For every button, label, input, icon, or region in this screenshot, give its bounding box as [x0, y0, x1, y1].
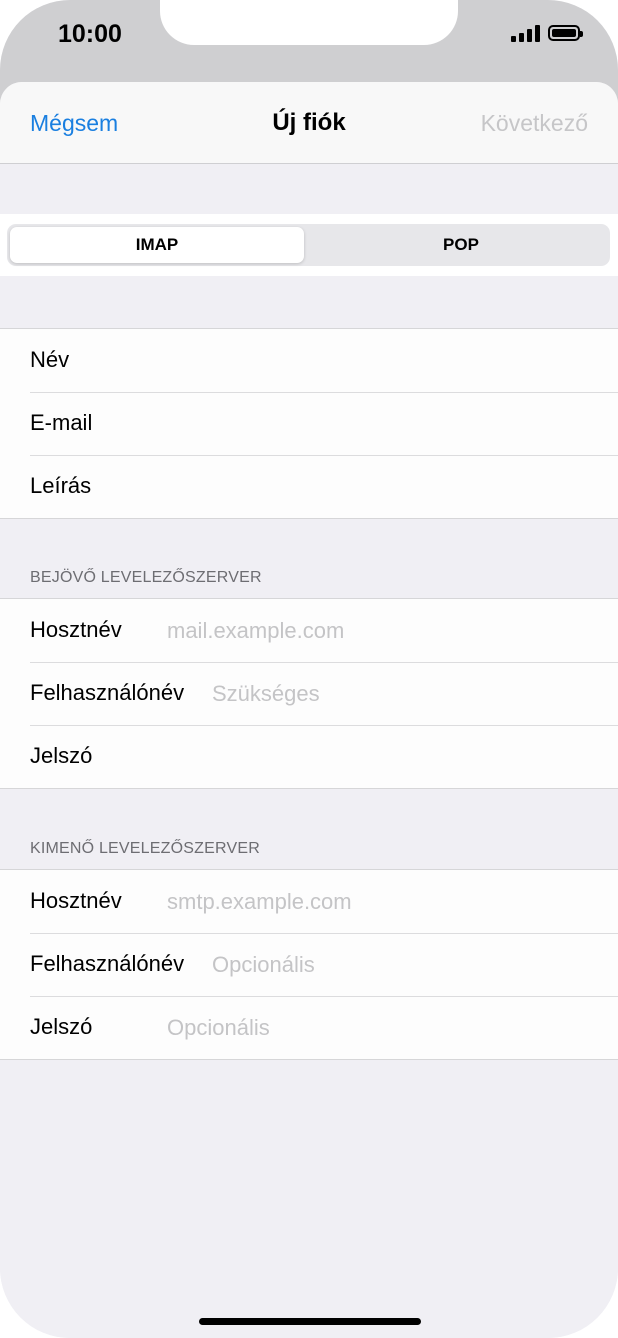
incoming-password-row[interactable]: Jelszó — [0, 725, 618, 788]
account-info-group: Név E-mail Leírás — [0, 328, 618, 519]
incoming-password-input[interactable] — [167, 739, 602, 775]
name-input[interactable] — [165, 343, 602, 379]
outgoing-username-label: Felhasználónév — [30, 951, 185, 976]
outgoing-server-header: KIMENŐ LEVELEZŐSZERVER — [30, 840, 260, 857]
segment-pop[interactable]: POP — [312, 224, 610, 266]
incoming-username-input[interactable] — [212, 676, 602, 712]
navigation-bar: Mégsem Új fiók Következő — [0, 82, 618, 164]
outgoing-hostname-label: Hosztnév — [30, 888, 122, 913]
incoming-hostname-input[interactable] — [167, 613, 602, 649]
email-row[interactable]: E-mail — [0, 392, 618, 455]
name-label: Név — [30, 347, 70, 372]
notch — [160, 0, 458, 45]
next-button[interactable]: Következő — [481, 110, 588, 137]
incoming-server-header: BEJÖVŐ LEVELEZŐSZERVER — [30, 569, 262, 586]
email-label: E-mail — [30, 410, 93, 435]
phone-screen: 10:00 Mégsem Új fiók Következő IMAP POP … — [0, 0, 618, 1338]
outgoing-username-row[interactable]: Felhasználónév — [0, 933, 618, 996]
protocol-segmented-control: IMAP POP — [7, 224, 610, 266]
battery-icon — [548, 25, 583, 41]
outgoing-hostname-input[interactable] — [167, 884, 602, 920]
incoming-username-label: Felhasználónév — [30, 680, 185, 705]
description-input[interactable] — [165, 469, 602, 505]
segment-imap[interactable]: IMAP — [10, 227, 304, 263]
status-icons — [511, 24, 583, 42]
incoming-hostname-label: Hosztnév — [30, 617, 122, 642]
outgoing-server-group: Hosztnév Felhasználónév Jelszó — [0, 869, 618, 1060]
name-row[interactable]: Név — [0, 329, 618, 392]
incoming-username-row[interactable]: Felhasználónév — [0, 662, 618, 725]
status-time: 10:00 — [58, 20, 122, 48]
description-row[interactable]: Leírás — [0, 455, 618, 518]
incoming-hostname-row[interactable]: Hosztnév — [0, 599, 618, 662]
outgoing-password-input[interactable] — [167, 1010, 602, 1046]
new-account-sheet: Mégsem Új fiók Következő IMAP POP Név E-… — [0, 82, 618, 1338]
home-indicator[interactable] — [199, 1318, 421, 1325]
outgoing-hostname-row[interactable]: Hosztnév — [0, 870, 618, 933]
incoming-password-label: Jelszó — [30, 743, 93, 768]
outgoing-username-input[interactable] — [212, 947, 602, 983]
description-label: Leírás — [30, 473, 92, 498]
protocol-segment-container: IMAP POP — [0, 214, 618, 276]
cellular-signal-icon — [511, 24, 540, 42]
incoming-server-group: Hosztnév Felhasználónév Jelszó — [0, 598, 618, 789]
outgoing-password-label: Jelszó — [30, 1014, 93, 1039]
outgoing-password-row[interactable]: Jelszó — [0, 996, 618, 1059]
email-input[interactable] — [165, 406, 602, 442]
